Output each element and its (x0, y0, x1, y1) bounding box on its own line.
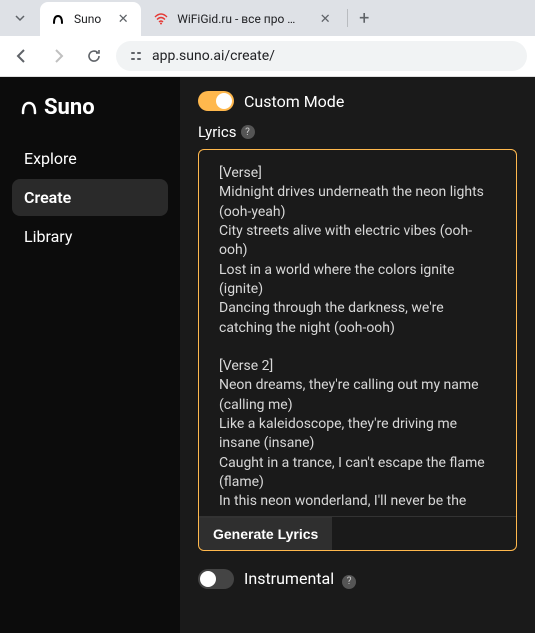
custom-mode-label: Custom Mode (244, 92, 344, 111)
tab-title: Suno (74, 12, 101, 26)
close-icon[interactable]: ✕ (115, 11, 131, 27)
new-tab-button[interactable]: + (350, 4, 378, 32)
reload-button[interactable] (80, 42, 108, 70)
close-icon[interactable]: ✕ (317, 11, 333, 27)
url-text: app.suno.ai/create/ (152, 48, 275, 64)
back-button[interactable] (8, 42, 36, 70)
instrumental-toggle[interactable] (198, 569, 234, 589)
site-settings-icon[interactable] (128, 48, 144, 64)
suno-favicon-icon (50, 11, 66, 27)
address-bar[interactable]: app.suno.ai/create/ (116, 41, 527, 71)
browser-tab-inactive[interactable]: WiFiGid.ru - все про WiFi и бе ✕ (143, 2, 343, 36)
tab-bar: Suno ✕ WiFiGid.ru - все про WiFi и бе ✕ … (0, 0, 535, 36)
lyrics-input[interactable] (199, 150, 516, 512)
tab-separator (347, 9, 348, 27)
sidebar-item-library[interactable]: Library (12, 218, 168, 255)
sidebar-item-explore[interactable]: Explore (12, 140, 168, 177)
sidebar: Suno Explore Create Library (0, 77, 180, 633)
logo-text: Suno (44, 95, 95, 120)
lyrics-label: Lyrics ? (198, 123, 517, 141)
custom-mode-toggle[interactable] (198, 91, 234, 111)
sidebar-item-create[interactable]: Create (12, 179, 168, 216)
instrumental-label: Instrumental ? (244, 569, 356, 589)
browser-toolbar: app.suno.ai/create/ (0, 36, 535, 76)
forward-button[interactable] (44, 42, 72, 70)
logo[interactable]: Suno (12, 95, 168, 140)
custom-mode-row: Custom Mode (198, 91, 517, 111)
instrumental-row: Instrumental ? (198, 569, 517, 589)
generate-lyrics-button[interactable]: Generate Lyrics (199, 517, 332, 550)
wifi-favicon-icon (153, 11, 169, 27)
lyrics-container: Generate Lyrics (198, 149, 517, 551)
main-panel: Custom Mode Lyrics ? Generate Lyrics Ins… (180, 77, 535, 633)
help-icon[interactable]: ? (342, 575, 356, 589)
suno-logo-icon (20, 99, 38, 117)
browser-chrome: Suno ✕ WiFiGid.ru - все про WiFi и бе ✕ … (0, 0, 535, 77)
app-container: Suno Explore Create Library Custom Mode … (0, 77, 535, 633)
tabs-dropdown[interactable] (6, 4, 34, 32)
help-icon[interactable]: ? (241, 125, 255, 139)
tab-title: WiFiGid.ru - все про WiFi и бе (177, 12, 303, 26)
browser-tab-active[interactable]: Suno ✕ (40, 2, 141, 36)
